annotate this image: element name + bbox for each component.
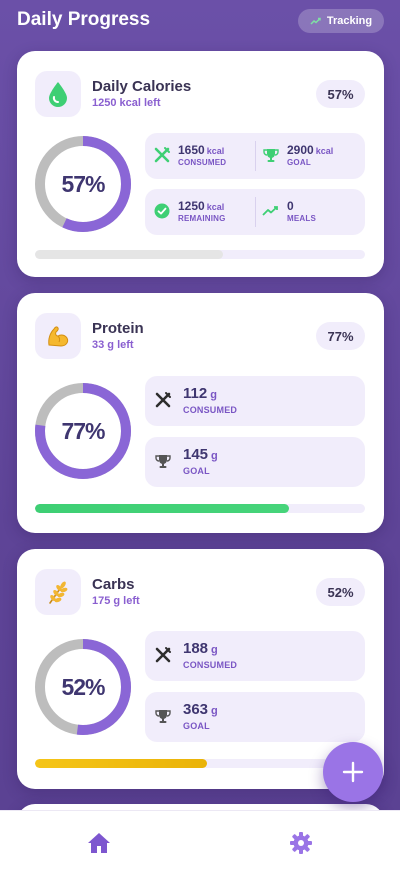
stat-label: CONSUMED (178, 158, 227, 167)
stat-value: 112 (183, 385, 208, 402)
card-icon-box (35, 569, 81, 615)
card-title: Daily Calories (92, 78, 192, 95)
stat-unit: g (211, 705, 218, 717)
progress-bar-fill (35, 759, 207, 768)
stat-unit: g (210, 389, 217, 401)
check-circle-icon (152, 201, 172, 221)
stat-unit: kcal (206, 146, 225, 156)
stat-consumed: 188 g CONSUMED (153, 640, 237, 670)
stat-label: GOAL (287, 158, 311, 167)
stat-value: 363 (183, 701, 209, 718)
plus-icon (342, 761, 364, 783)
card-icon-box (35, 71, 81, 117)
stat-unit: g (211, 450, 218, 462)
stat-value: 188 (183, 640, 209, 657)
card-title: Protein (92, 320, 144, 337)
card-icon-box (35, 313, 81, 359)
home-icon (88, 833, 110, 853)
tracking-badge[interactable]: Tracking (298, 9, 384, 33)
percent-badge: 52% (316, 578, 365, 606)
card-subtitle: 1250 kcal left (92, 97, 161, 109)
stat-goal: 363 g GOAL (153, 701, 218, 731)
trend-up-icon (310, 17, 321, 25)
percent-badge: 57% (316, 80, 365, 108)
card-subtitle: 33 g left (92, 339, 134, 351)
water-drop-icon (49, 82, 67, 107)
page-title: Daily Progress (17, 9, 151, 30)
stat-goal: 2900 kcal GOAL (261, 143, 333, 167)
stat-divider (255, 141, 256, 171)
stat-value: 1250 (178, 199, 205, 213)
stat-value: 145 (183, 446, 209, 463)
stat-value: 0 (287, 199, 294, 213)
stat-label: GOAL (183, 721, 210, 731)
stat-unit: g (211, 644, 218, 656)
trophy-icon (261, 145, 281, 165)
progress-bar (35, 759, 365, 768)
header: Daily Progress Tracking (0, 0, 400, 44)
utensils-icon (152, 145, 172, 165)
stat-label: CONSUMED (183, 660, 238, 670)
stat-value: 2900 (287, 143, 314, 157)
calories-card[interactable]: Daily Calories 1250 kcal left 57% 57% 16… (17, 51, 384, 277)
stat-consumed: 112 g CONSUMED (153, 385, 237, 415)
stat-unit: kcal (206, 202, 225, 212)
trophy-icon (153, 451, 173, 471)
progress-bar-fill (35, 504, 290, 513)
stat-label: CONSUMED (183, 405, 238, 415)
tracking-label: Tracking (326, 15, 373, 27)
progress-bar (35, 250, 365, 259)
progress-bar (35, 504, 365, 513)
gear-icon (290, 832, 312, 854)
utensils-icon (153, 645, 173, 665)
stat-label: GOAL (183, 466, 210, 476)
card-title: Carbs (92, 576, 135, 593)
stat-meals: 0 MEALS (261, 199, 316, 223)
protein-card[interactable]: Protein 33 g left 77% 77% 112 g CONSUMED … (17, 293, 384, 533)
progress-ring: 77% (34, 382, 132, 480)
utensils-icon (153, 390, 173, 410)
stat-consumed: 1650 kcal CONSUMED (152, 143, 226, 167)
card-subtitle: 175 g left (92, 595, 140, 607)
trend-up-icon (261, 201, 281, 221)
stat-label: REMAINING (178, 214, 226, 223)
wheat-icon (49, 581, 68, 604)
progress-ring: 57% (34, 135, 132, 233)
progress-ring: 52% (34, 638, 132, 736)
stat-unit: kcal (315, 146, 334, 156)
ring-percent-label: 52% (61, 673, 105, 700)
progress-bar-fill (35, 250, 224, 259)
add-button[interactable] (323, 742, 383, 802)
ring-percent-label: 77% (61, 417, 105, 444)
flexed-biceps-icon (48, 326, 69, 347)
percent-badge: 77% (316, 322, 365, 350)
stat-label: MEALS (287, 214, 316, 223)
nav-settings-button[interactable] (288, 830, 314, 856)
nav-home-button[interactable] (86, 830, 112, 856)
ring-percent-label: 57% (61, 170, 105, 197)
stat-value: 1650 (178, 143, 205, 157)
bottom-nav (0, 810, 400, 875)
trophy-icon (153, 706, 173, 726)
stat-goal: 145 g GOAL (153, 446, 218, 476)
stat-remaining: 1250 kcal REMAINING (152, 199, 226, 223)
stat-divider (255, 197, 256, 227)
